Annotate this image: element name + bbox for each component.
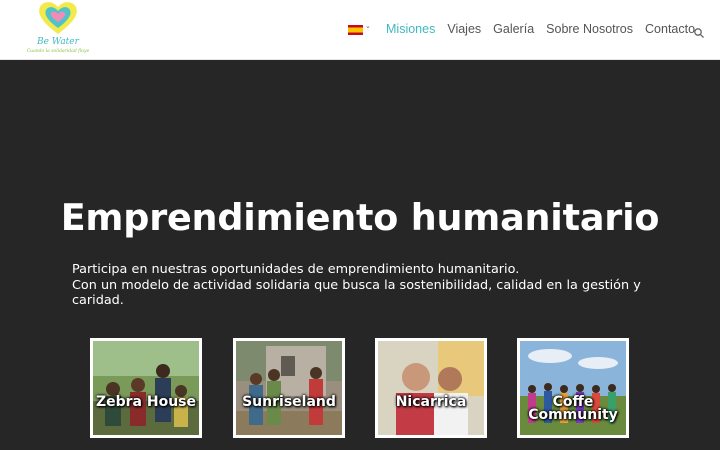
project-title: Coffe Community <box>528 394 618 423</box>
zebra-house-photo <box>93 341 199 435</box>
project-title: Sunriseland <box>242 394 336 410</box>
project-title: Zebra House <box>95 394 197 410</box>
project-title: Nicarrica <box>395 394 467 410</box>
nicarrica-photo <box>378 341 484 435</box>
nav-item-contacto[interactable]: Contacto <box>645 22 695 40</box>
sunriseland-photo <box>236 341 342 435</box>
search-icon[interactable] <box>693 24 705 38</box>
heart-logo-icon <box>39 2 77 34</box>
page-title: Emprendimiento humanitario <box>60 196 660 239</box>
brand-tagline: Cuando la solidaridad fluye <box>26 49 90 54</box>
intro-text: Participa en nuestras oportunidades de e… <box>72 262 662 309</box>
main-nav: Misiones Viajes Galería Sobre Nosotros C… <box>386 22 695 40</box>
intro-line-1: Participa en nuestras oportunidades de e… <box>72 262 520 277</box>
language-selector[interactable]: ⌄ <box>348 22 371 37</box>
spain-flag-icon <box>348 25 363 35</box>
site-logo[interactable]: Be Water Cuando la solidaridad fluye <box>18 0 98 60</box>
project-card-coffe-community[interactable]: Coffe Community <box>517 338 629 438</box>
nav-item-galeria[interactable]: Galería <box>493 22 534 40</box>
brand-name: Be Water <box>37 37 79 47</box>
intro-line-2: Con un modelo de actividad solidaria que… <box>72 277 641 309</box>
chevron-down-icon: ⌄ <box>365 22 371 30</box>
project-card-sunriseland[interactable]: Sunriseland <box>233 338 345 438</box>
nav-item-viajes[interactable]: Viajes <box>447 22 481 40</box>
nav-item-sobre-nosotros[interactable]: Sobre Nosotros <box>546 22 633 40</box>
site-header: Be Water Cuando la solidaridad fluye ⌄ M… <box>0 0 720 60</box>
project-card-nicarrica[interactable]: Nicarrica <box>375 338 487 438</box>
nav-item-misiones[interactable]: Misiones <box>386 22 435 40</box>
project-card-zebra-house[interactable]: Zebra House <box>90 338 202 438</box>
